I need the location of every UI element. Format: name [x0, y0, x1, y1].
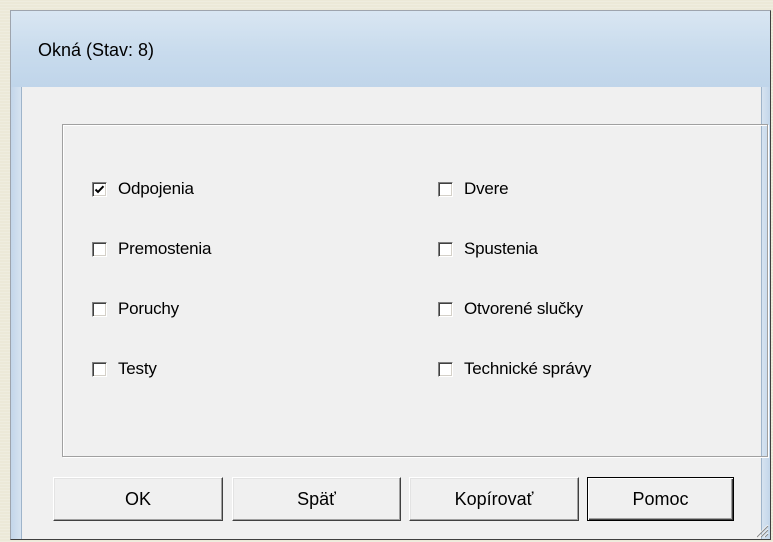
help-button[interactable]: Pomoc	[587, 477, 734, 521]
checkbox-label: Technické správy	[464, 359, 592, 378]
checkbox-box[interactable]	[438, 301, 453, 317]
checkbox-box[interactable]	[438, 181, 453, 197]
copy-button[interactable]: Kopírovať	[409, 477, 579, 521]
checkbox-box[interactable]	[92, 181, 107, 197]
checkbox-box[interactable]	[438, 361, 453, 377]
checkbox-premostenia[interactable]: Premostenia	[92, 237, 211, 261]
ok-button[interactable]: OK	[53, 477, 223, 521]
checkbox-label: Odpojenia	[118, 179, 194, 198]
checkbox-label: Poruchy	[118, 299, 179, 318]
checkbox-box[interactable]	[92, 241, 107, 257]
checkbox-label: Otvorené slučky	[464, 299, 583, 318]
checkbox-poruchy[interactable]: Poruchy	[92, 297, 179, 321]
window-title: Okná (Stav: 8)	[38, 40, 155, 60]
checkbox-label: Spustenia	[464, 239, 538, 258]
dialog-client-area: Odpojenia Premostenia Poruchy Testy Dver…	[22, 87, 768, 539]
checkbox-box[interactable]	[92, 301, 107, 317]
title-bar[interactable]: Okná (Stav: 8)	[11, 11, 770, 87]
checkbox-technicke-spravy[interactable]: Technické správy	[438, 357, 591, 381]
window-frame-left	[11, 87, 22, 539]
checkbox-label: Dvere	[464, 179, 509, 198]
checkbox-box[interactable]	[92, 361, 107, 377]
checkbox-odpojenia[interactable]: Odpojenia	[92, 177, 194, 201]
resize-grip-icon[interactable]	[753, 522, 769, 538]
options-group: Odpojenia Premostenia Poruchy Testy Dver…	[62, 124, 768, 457]
checkbox-box[interactable]	[438, 241, 453, 257]
checkbox-spustenia[interactable]: Spustenia	[438, 237, 538, 261]
check-mark-icon	[94, 185, 105, 193]
checkbox-label: Premostenia	[118, 239, 212, 258]
dialog-window: Okná (Stav: 8) Odpojenia Premostenia Por…	[10, 10, 771, 540]
checkbox-dvere[interactable]: Dvere	[438, 177, 509, 201]
checkbox-testy[interactable]: Testy	[92, 357, 157, 381]
back-button[interactable]: Späť	[232, 477, 401, 521]
checkbox-label: Testy	[118, 359, 157, 378]
checkbox-otvorene-slucky[interactable]: Otvorené slučky	[438, 297, 583, 321]
